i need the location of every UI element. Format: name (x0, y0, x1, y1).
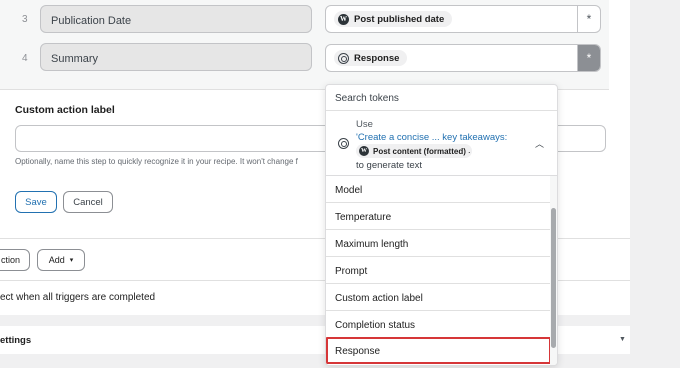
triggers-condition-text: ect when all triggers are completed (0, 292, 156, 303)
token-item-model[interactable]: Model (326, 176, 551, 203)
add-dropdown-button[interactable]: Add ▾ (37, 249, 85, 271)
caret-down-icon[interactable]: ▼ (619, 336, 626, 343)
token-item-completion-status[interactable]: Completion status (326, 311, 551, 338)
cancel-button[interactable]: Cancel (63, 191, 113, 213)
field-value-summary[interactable]: Response * (325, 44, 601, 72)
settings-heading: ettings (0, 335, 32, 346)
asterisk-token-button[interactable]: * (578, 6, 600, 32)
token-label: Response (354, 52, 400, 64)
chevron-down-icon: ▾ (69, 257, 74, 264)
use-label: Use (356, 119, 373, 130)
row-number: 3 (22, 14, 28, 25)
generate-text-label: to generate text (356, 160, 423, 171)
ai-icon (338, 52, 349, 64)
save-button[interactable]: Save (15, 191, 57, 213)
field-value-publication-date[interactable]: W Post published date * (325, 5, 601, 33)
use-response-token-group[interactable]: Use 'Create a concise ... key takeaways:… (326, 111, 557, 176)
field-mapping-area: 3 Publication Date W Post published date… (0, 0, 609, 90)
token-item-prompt[interactable]: Prompt (326, 257, 551, 284)
asterisk-token-button[interactable]: * (578, 45, 600, 71)
token-label: Post published date (354, 13, 445, 25)
token-dropdown: Search tokens Use 'Create a concise ... … (325, 84, 558, 366)
custom-action-help-text: Optionally, name this step to quickly re… (15, 157, 298, 166)
token-search-input[interactable]: Search tokens (326, 85, 557, 111)
post-content-pill: W Post content (formatted) (356, 144, 472, 158)
add-label: Add (48, 255, 65, 265)
field-name-publication-date: Publication Date (40, 5, 312, 33)
token-item-response[interactable]: Response (326, 337, 551, 364)
wordpress-icon: W (338, 13, 349, 25)
token-item-custom-action-label[interactable]: Custom action label (326, 284, 551, 311)
pill-label: Post content (formatted) (373, 146, 466, 156)
prompt-link[interactable]: 'Create a concise ... key takeaways: (356, 132, 507, 143)
token-pill[interactable]: Response (334, 50, 408, 66)
token-item-temperature[interactable]: Temperature (326, 203, 551, 230)
custom-action-label-heading: Custom action label (15, 104, 115, 116)
token-item-maximum-length[interactable]: Maximum length (326, 230, 551, 257)
wordpress-icon: W (359, 146, 369, 156)
period: . (468, 145, 471, 155)
token-pill[interactable]: W Post published date (334, 11, 453, 27)
scrollbar-thumb[interactable] (551, 208, 556, 348)
row-number: 4 (22, 53, 28, 64)
field-name-summary: Summary (40, 43, 312, 71)
ai-icon (338, 138, 349, 149)
add-action-button[interactable]: ction (0, 249, 30, 271)
chevron-up-icon[interactable]: ︿ (535, 137, 544, 150)
